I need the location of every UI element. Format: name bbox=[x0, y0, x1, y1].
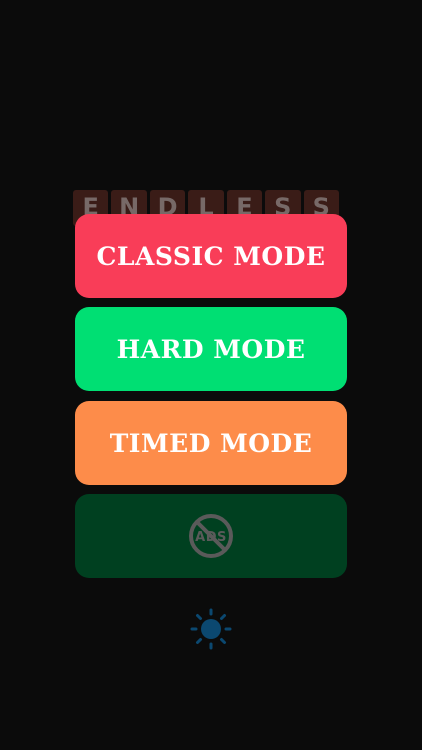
brightness-icon[interactable] bbox=[190, 608, 232, 650]
hard-mode-button[interactable]: HARD MODE bbox=[75, 307, 347, 391]
timed-mode-label: TIMED MODE bbox=[109, 428, 313, 458]
remove-ads-button[interactable]: ADS bbox=[75, 494, 347, 578]
main-menu-screen: E N D L E S S CLASSIC MODE HARD MODE TIM… bbox=[0, 0, 422, 750]
no-ads-icon: ADS bbox=[189, 514, 233, 558]
classic-mode-button[interactable]: CLASSIC MODE bbox=[75, 214, 347, 298]
timed-mode-button[interactable]: TIMED MODE bbox=[75, 401, 347, 485]
classic-mode-label: CLASSIC MODE bbox=[96, 241, 326, 271]
hard-mode-label: HARD MODE bbox=[116, 334, 306, 364]
